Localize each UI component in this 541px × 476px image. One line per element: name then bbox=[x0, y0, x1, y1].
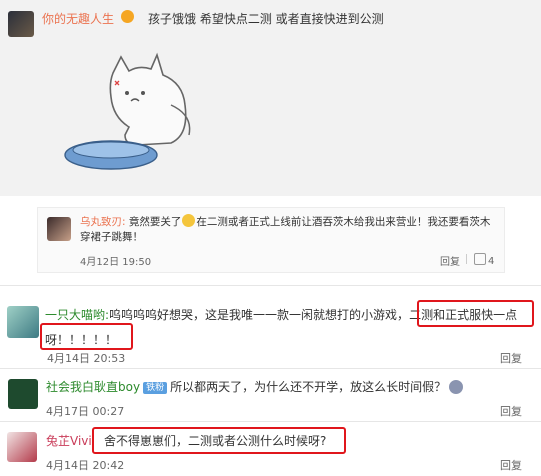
cat-drawing bbox=[43, 35, 208, 185]
like-button[interactable]: 4 bbox=[474, 253, 494, 267]
avatar[interactable] bbox=[7, 432, 37, 462]
comment-text: 呜呜呜呜好想哭，这是我唯一一款一闲就想打的小游戏， bbox=[109, 308, 410, 322]
comment-date: 4月14日 20:42 bbox=[46, 459, 125, 472]
comment-username[interactable]: 兔芷Vivi bbox=[46, 432, 92, 449]
divider bbox=[0, 368, 541, 369]
like-count: 4 bbox=[488, 256, 495, 267]
reply-button[interactable]: 回复 bbox=[440, 253, 460, 268]
comment-username[interactable]: 社会我白耿直boy bbox=[46, 380, 140, 394]
divider bbox=[0, 421, 541, 422]
comment-date: 4月17日 00:27 bbox=[46, 405, 125, 418]
divider bbox=[0, 285, 541, 286]
reply-button[interactable]: 回复 bbox=[500, 403, 522, 419]
reply-button[interactable]: 回复 bbox=[500, 350, 522, 366]
avatar[interactable] bbox=[7, 306, 39, 338]
sub-comment-username[interactable]: 乌丸致刃: bbox=[80, 216, 126, 228]
comment-text: 孩子饿饿 希望快点二测 或者直接快进到公测 bbox=[148, 12, 384, 26]
emoji-icon bbox=[182, 214, 196, 227]
comment-text-highlighted: 二测和正式服快一点 bbox=[409, 308, 518, 322]
comment-text: 舍不得崽崽们，二测或者公测什么时候呀? bbox=[104, 434, 327, 448]
comment-username[interactable]: 你的无趣人生 bbox=[42, 10, 114, 27]
comment-username[interactable]: 一只大喵哟: bbox=[45, 308, 109, 322]
avatar[interactable] bbox=[47, 217, 71, 241]
emoji-icon bbox=[449, 380, 464, 394]
separator bbox=[466, 254, 467, 264]
thumbs-up-icon bbox=[474, 253, 486, 265]
reply-button[interactable]: 回复 bbox=[500, 457, 522, 473]
comment-text: 所以都两天了，为什么还不开学，放这么长时间假？ bbox=[170, 380, 447, 394]
sub-comment-date: 4月12日 19:50 bbox=[80, 257, 152, 268]
sub-comment-text: 竟然要关了 bbox=[128, 216, 182, 228]
avatar[interactable] bbox=[8, 379, 38, 409]
comment-text-continued: 呀！！！！！ bbox=[45, 333, 118, 347]
vip-badge-icon bbox=[121, 10, 134, 23]
comment-body: 一只大喵哟:呜呜呜呜好想哭，这是我唯一一款一闲就想打的小游戏，二测和正式服快一点… bbox=[45, 303, 537, 353]
avatar[interactable] bbox=[8, 11, 34, 37]
fan-badge: 铁粉 bbox=[143, 382, 168, 394]
sub-comment-body: 乌丸致刃: 竟然要关了 在二测或者正式上线前让酒吞茨木给我出来营业！我还要看茨木穿… bbox=[80, 214, 500, 245]
cat-sticker-image[interactable] bbox=[43, 35, 208, 185]
comment-body: 社会我白耿直boy 铁粉 所以都两天了，为什么还不开学，放这么长时间假？ bbox=[46, 379, 536, 395]
comment-date: 4月14日 20:53 bbox=[47, 352, 126, 365]
